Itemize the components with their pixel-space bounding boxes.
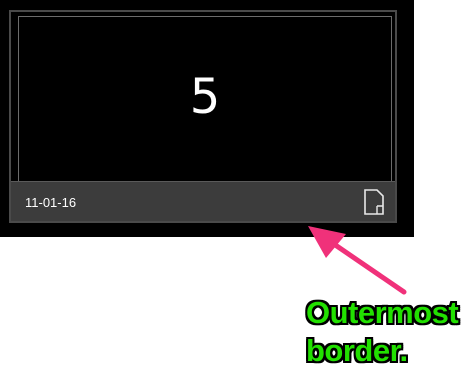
document-icon [364, 189, 384, 215]
annotation-line-1: Outermost [306, 295, 459, 330]
tile-number: 5 [189, 69, 221, 125]
live-tile[interactable]: 5 11-01-16 [9, 10, 397, 223]
tile-content-area: 5 [18, 16, 392, 184]
tile-date: 11-01-16 [25, 195, 77, 210]
annotation-line-2: border. [306, 333, 408, 368]
screenshot-stage: 5 11-01-16 Outermost border. [0, 0, 474, 379]
outer-border-frame: 5 11-01-16 [0, 0, 414, 237]
tile-footer: 11-01-16 [11, 181, 395, 221]
annotation-label: Outermost border. [306, 294, 474, 370]
